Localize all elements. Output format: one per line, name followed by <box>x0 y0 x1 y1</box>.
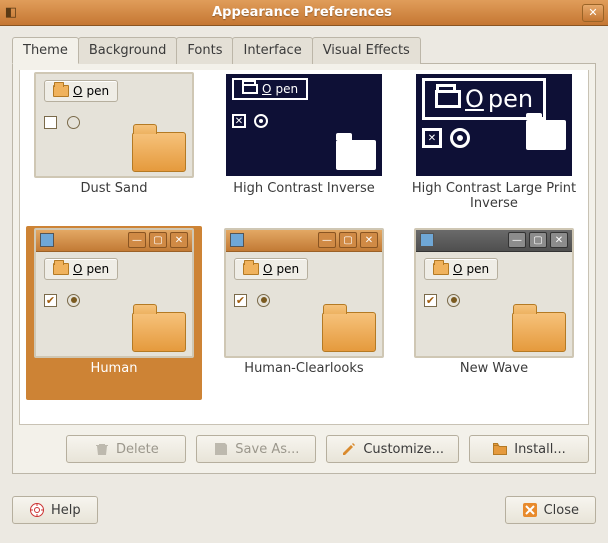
theme-list[interactable]: — ▢ ✕ Open Dust Sand Open High Contrast … <box>19 70 589 425</box>
trash-icon <box>94 441 110 457</box>
close-icon: ✕ <box>550 232 568 248</box>
customize-button[interactable]: Customize... <box>326 435 459 463</box>
theme-name: High Contrast Large Print Inverse <box>408 178 580 220</box>
radio-sample <box>257 294 270 307</box>
theme-item[interactable]: Open High Contrast Large Print Inverse <box>406 70 582 222</box>
radio-sample <box>67 294 80 307</box>
maximize-icon: ▢ <box>149 232 167 248</box>
maximize-icon: ▢ <box>339 232 357 248</box>
minimize-icon: — <box>508 232 526 248</box>
radio-sample <box>67 116 80 129</box>
open-button-sample: Open <box>44 80 118 102</box>
help-button[interactable]: Help <box>12 496 98 524</box>
folder-icon <box>242 84 258 94</box>
help-label: Help <box>51 503 81 518</box>
folder-icon <box>526 120 566 150</box>
app-icon: ◧ <box>0 5 22 20</box>
window-icon <box>420 233 434 247</box>
close-button[interactable]: Close <box>505 496 596 524</box>
tab-theme[interactable]: Theme <box>12 37 79 64</box>
window-title: Appearance Preferences <box>22 5 582 20</box>
window-titlebar: ◧ Appearance Preferences ✕ <box>0 0 608 26</box>
theme-name: Human <box>89 358 140 398</box>
save-icon <box>213 441 229 457</box>
checkbox-sample <box>232 114 246 128</box>
pencil-icon <box>341 441 357 457</box>
checkbox-sample <box>44 294 57 307</box>
preferences-tabs: ThemeBackgroundFontsInterfaceVisual Effe… <box>12 36 596 64</box>
folder-icon <box>433 263 449 275</box>
radio-sample <box>450 128 470 148</box>
window-close-button[interactable]: ✕ <box>582 4 604 22</box>
minimize-icon: — <box>128 232 146 248</box>
delete-label: Delete <box>116 442 159 457</box>
radio-sample <box>254 114 268 128</box>
checkbox-sample <box>422 128 442 148</box>
theme-item[interactable]: — ▢ ✕ Open New Wave <box>406 226 582 400</box>
folder-icon <box>243 263 259 275</box>
customize-label: Customize... <box>363 442 444 457</box>
folder-icon <box>435 90 461 108</box>
minimize-icon: — <box>318 232 336 248</box>
theme-item[interactable]: — ▢ ✕ Open Dust Sand <box>26 70 202 222</box>
folder-icon <box>512 312 566 352</box>
tab-background[interactable]: Background <box>78 37 178 64</box>
folder-icon <box>132 132 186 172</box>
theme-name: Human-Clearlooks <box>242 358 365 398</box>
theme-item[interactable]: — ▢ ✕ Open Human <box>26 226 202 400</box>
close-icon: ✕ <box>170 232 188 248</box>
help-icon <box>29 502 45 518</box>
folder-icon <box>53 263 69 275</box>
theme-name: High Contrast Inverse <box>231 178 377 218</box>
save-as-button: Save As... <box>196 435 316 463</box>
install-button[interactable]: Install... <box>469 435 589 463</box>
close-icon <box>522 502 538 518</box>
close-label: Close <box>544 503 579 518</box>
theme-item[interactable]: — ▢ ✕ Open Human-Clearlooks <box>216 226 392 400</box>
tab-fonts[interactable]: Fonts <box>176 37 233 64</box>
checkbox-sample <box>234 294 247 307</box>
maximize-icon: ▢ <box>529 232 547 248</box>
window-icon <box>230 233 244 247</box>
delete-button: Delete <box>66 435 186 463</box>
radio-sample <box>447 294 460 307</box>
open-button-sample: Open <box>234 258 308 280</box>
install-label: Install... <box>514 442 566 457</box>
tab-interface[interactable]: Interface <box>232 37 312 64</box>
folder-icon <box>492 441 508 457</box>
folder-icon <box>336 140 376 170</box>
folder-icon <box>322 312 376 352</box>
folder-icon <box>132 312 186 352</box>
save-as-label: Save As... <box>235 442 299 457</box>
theme-item[interactable]: Open High Contrast Inverse <box>216 70 392 222</box>
folder-icon <box>53 85 69 97</box>
theme-name: New Wave <box>458 358 530 398</box>
checkbox-sample <box>424 294 437 307</box>
theme-action-row: Delete Save As... Customize... Install..… <box>19 435 589 463</box>
theme-tab-panel: — ▢ ✕ Open Dust Sand Open High Contrast … <box>12 64 596 474</box>
theme-name: Dust Sand <box>79 178 150 218</box>
checkbox-sample <box>44 116 57 129</box>
open-button-sample: Open <box>232 78 308 100</box>
dialog-footer: Help Close <box>0 486 608 536</box>
window-icon <box>40 233 54 247</box>
open-button-sample: Open <box>424 258 498 280</box>
tab-visual-effects[interactable]: Visual Effects <box>312 37 421 64</box>
open-button-sample: Open <box>44 258 118 280</box>
close-icon: ✕ <box>360 232 378 248</box>
